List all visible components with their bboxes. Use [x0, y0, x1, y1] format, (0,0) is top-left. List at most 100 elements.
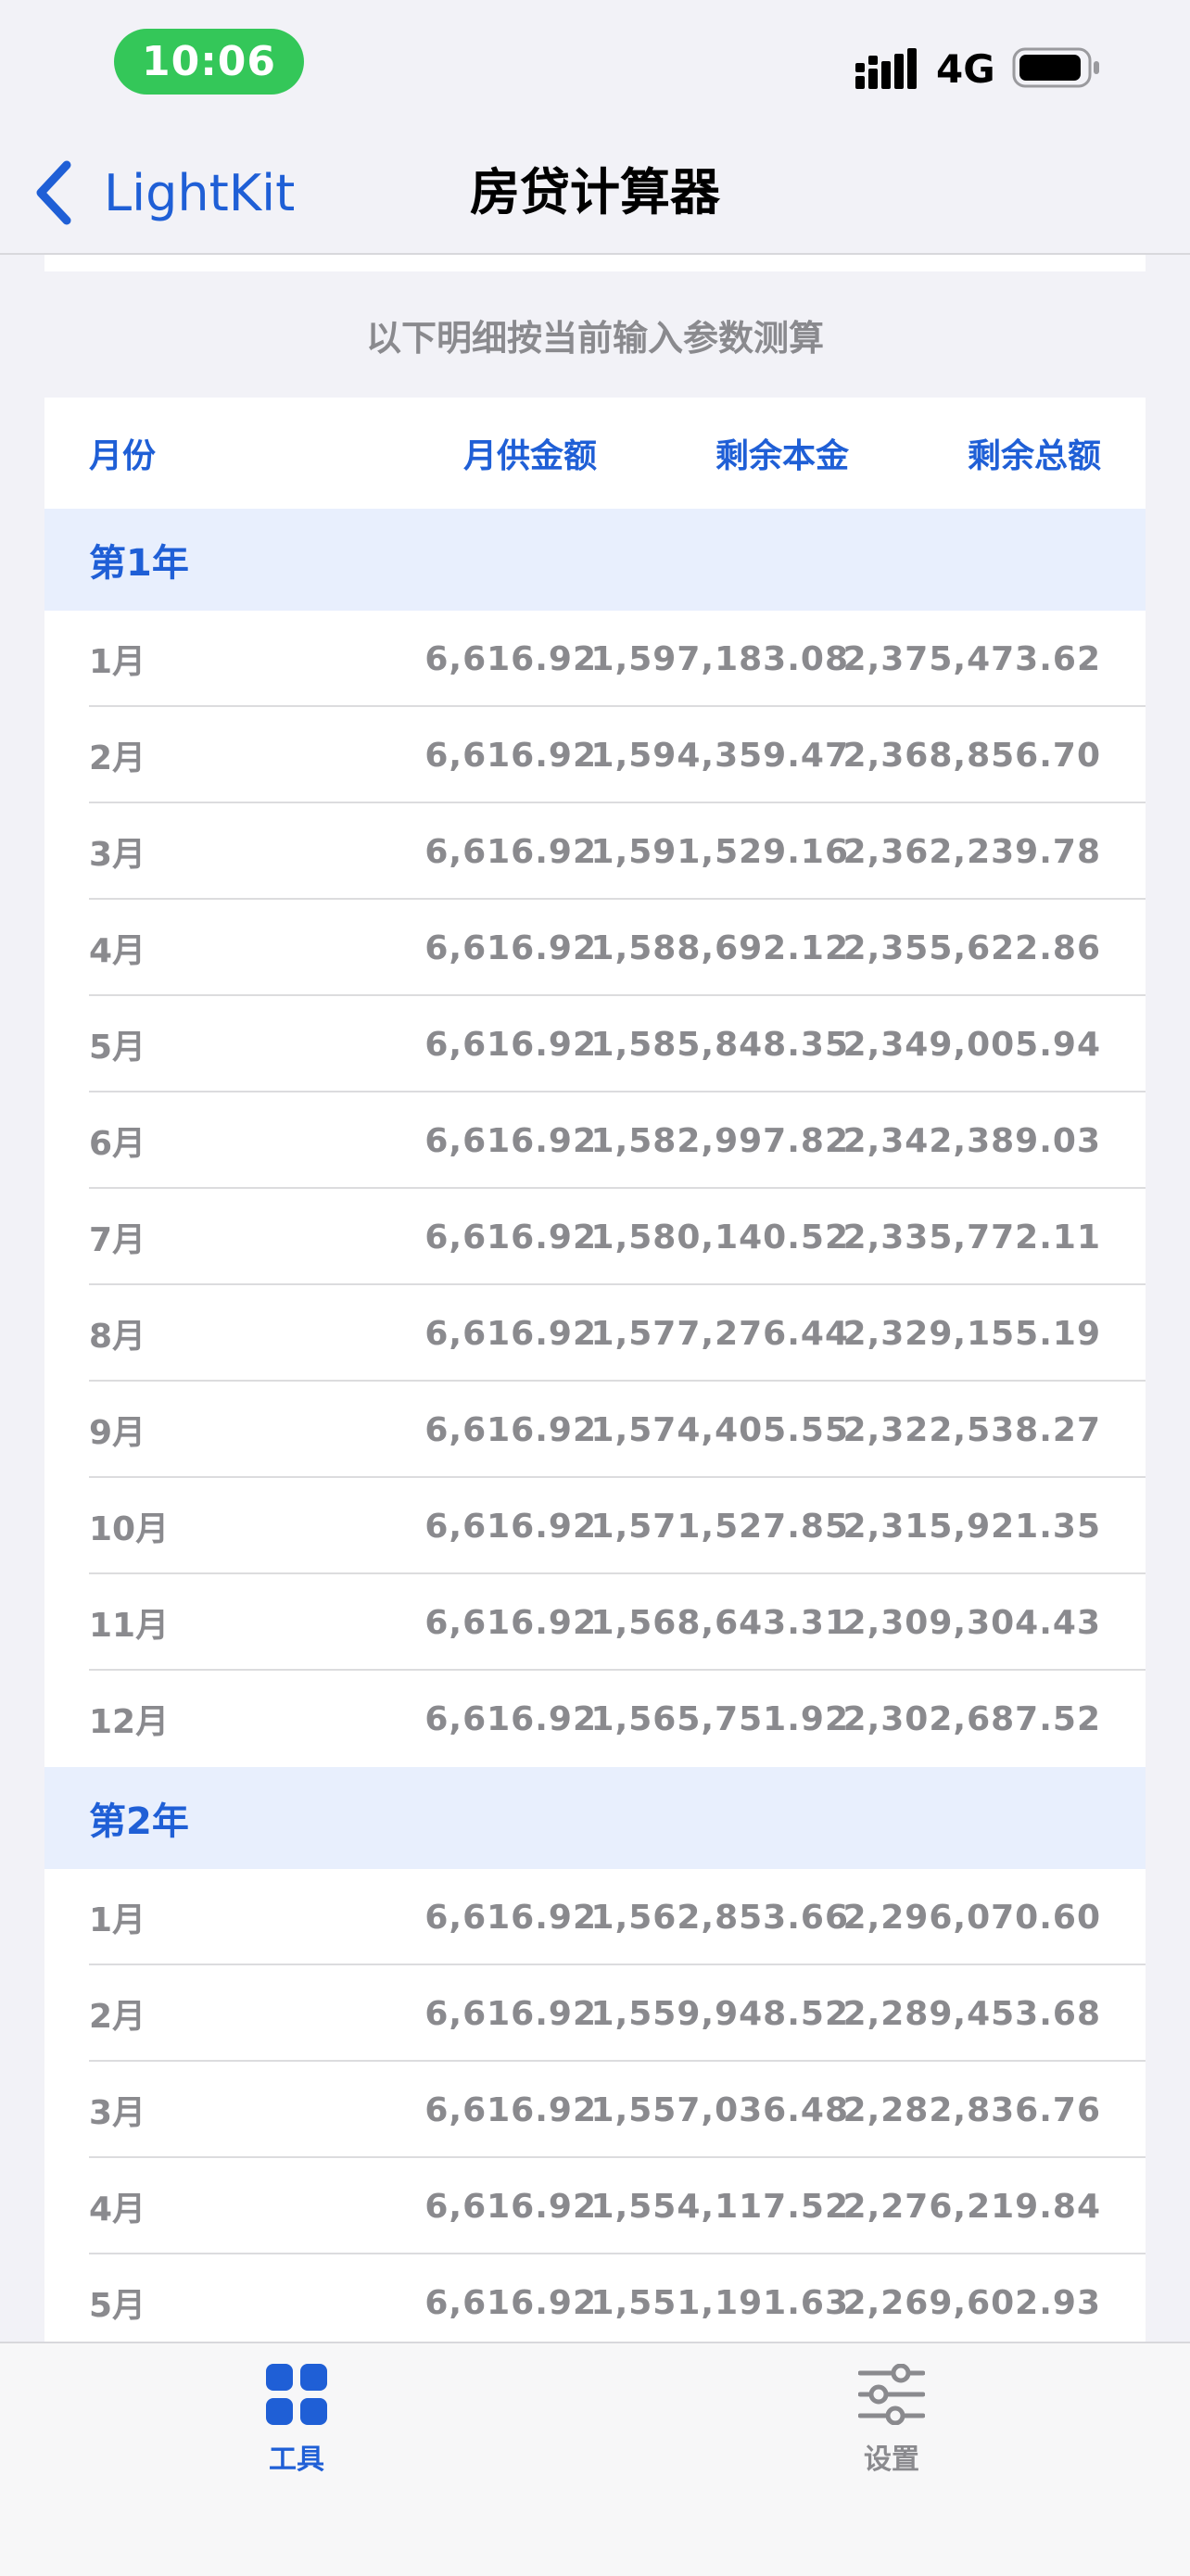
cell-payment: 6,616.92: [424, 2090, 597, 2129]
cell-total: 2,315,921.35: [842, 1507, 1101, 1546]
cell-total: 2,335,772.11: [842, 1218, 1101, 1256]
network-type-label: 4G: [936, 46, 995, 92]
cell-total: 2,269,602.93: [842, 2283, 1101, 2322]
cell-principal: 1,565,751.92: [590, 1699, 849, 1738]
cell-payment: 6,616.92: [424, 2283, 597, 2322]
table-row: 5月 6,616.92 1,585,848.35 2,349,005.94: [44, 996, 1146, 1092]
cell-total: 2,329,155.19: [842, 1314, 1101, 1353]
cell-principal: 1,568,643.31: [590, 1603, 849, 1642]
cell-payment: 6,616.92: [424, 832, 597, 871]
status-time: 10:06: [114, 29, 304, 95]
table-row: 1月 6,616.92 1,562,853.66 2,296,070.60: [44, 1869, 1146, 1965]
table-row: 3月 6,616.92 1,557,036.48 2,282,836.76: [44, 2062, 1146, 2158]
header-payment: 月供金额: [462, 437, 597, 475]
table-row: 6月 6,616.92 1,582,997.82 2,342,389.03: [44, 1092, 1146, 1189]
cell-payment: 6,616.92: [424, 639, 597, 678]
cell-total: 2,289,453.68: [842, 1994, 1101, 2033]
cell-month: 6月: [89, 1125, 146, 1163]
year-section-header: 第2年: [44, 1767, 1146, 1869]
cell-principal: 1,580,140.52: [590, 1218, 849, 1256]
table-row: 4月 6,616.92 1,554,117.52 2,276,219.84: [44, 2158, 1146, 2254]
cell-principal: 1,577,276.44: [590, 1314, 849, 1353]
cell-principal: 1,594,359.47: [590, 736, 849, 775]
status-bar: 10:06 4G: [0, 0, 1190, 139]
cell-principal: 1,591,529.16: [590, 832, 849, 871]
page-title: 房贷计算器: [470, 163, 720, 221]
cell-payment: 6,616.92: [424, 1699, 597, 1738]
header-principal: 剩余本金: [715, 437, 849, 475]
cell-total: 2,342,389.03: [842, 1121, 1101, 1160]
tab-settings-label: 设置: [864, 2443, 919, 2476]
tab-bar: 工具 设置: [0, 2342, 1190, 2576]
header-month: 月份: [89, 437, 157, 475]
cell-principal: 1,597,183.08: [590, 639, 849, 678]
cell-payment: 6,616.92: [424, 736, 597, 775]
cell-month: 8月: [89, 1318, 146, 1356]
calculation-note: 以下明细按当前输入参数测算: [44, 271, 1146, 398]
cell-total: 2,282,836.76: [842, 2090, 1101, 2129]
table-row: 7月 6,616.92 1,580,140.52 2,335,772.11: [44, 1189, 1146, 1285]
cell-principal: 1,582,997.82: [590, 1121, 849, 1160]
cell-month: 5月: [89, 1029, 146, 1067]
cell-month: 3月: [89, 2094, 146, 2132]
top-strip: [44, 255, 1146, 271]
cell-total: 2,276,219.84: [842, 2187, 1101, 2226]
cell-principal: 1,551,191.63: [590, 2283, 849, 2322]
cell-total: 2,309,304.43: [842, 1603, 1101, 1642]
cell-month: 4月: [89, 932, 146, 970]
cell-month: 7月: [89, 1221, 146, 1259]
table-header: 月份 月供金额 剩余本金 剩余总额: [44, 398, 1146, 509]
cell-month: 2月: [89, 739, 146, 777]
cell-principal: 1,588,692.12: [590, 928, 849, 967]
cell-payment: 6,616.92: [424, 1121, 597, 1160]
cell-total: 2,322,538.27: [842, 1410, 1101, 1449]
cell-total: 2,368,856.70: [842, 736, 1101, 775]
cell-month: 2月: [89, 1998, 146, 2036]
cell-month: 10月: [89, 1510, 170, 1548]
cell-principal: 1,562,853.66: [590, 1898, 849, 1937]
year-section-header: 第1年: [44, 509, 1146, 611]
table-row: 8月 6,616.92 1,577,276.44 2,329,155.19: [44, 1285, 1146, 1382]
cellular-signal-icon: [855, 48, 917, 89]
cell-payment: 6,616.92: [424, 1025, 597, 1064]
table-row: 3月 6,616.92 1,591,529.16 2,362,239.78: [44, 803, 1146, 900]
battery-icon: [1012, 47, 1099, 88]
cell-principal: 1,554,117.52: [590, 2187, 849, 2226]
table-row: 1月 6,616.92 1,597,183.08 2,375,473.62: [44, 611, 1146, 707]
cell-month: 1月: [89, 643, 146, 681]
cell-principal: 1,557,036.48: [590, 2090, 849, 2129]
table-row: 11月 6,616.92 1,568,643.31 2,309,304.43: [44, 1574, 1146, 1671]
cell-month: 9月: [89, 1414, 146, 1452]
cell-payment: 6,616.92: [424, 1314, 597, 1353]
table-row: 2月 6,616.92 1,559,948.52 2,289,453.68: [44, 1965, 1146, 2062]
tab-tools-label: 工具: [269, 2443, 324, 2476]
sliders-icon: [858, 2364, 925, 2425]
cell-payment: 6,616.92: [424, 1994, 597, 2033]
table-row: 2月 6,616.92 1,594,359.47 2,368,856.70: [44, 707, 1146, 803]
cell-payment: 6,616.92: [424, 1898, 597, 1937]
cell-total: 2,296,070.60: [842, 1898, 1101, 1937]
cell-principal: 1,585,848.35: [590, 1025, 849, 1064]
cell-payment: 6,616.92: [424, 2187, 597, 2226]
cell-month: 1月: [89, 1901, 146, 1939]
table-row: 9月 6,616.92 1,574,405.55 2,322,538.27: [44, 1382, 1146, 1478]
cell-month: 12月: [89, 1703, 170, 1741]
table-row: 10月 6,616.92 1,571,527.85 2,315,921.35: [44, 1478, 1146, 1574]
grid-icon: [266, 2364, 327, 2425]
schedule-content[interactable]: 以下明细按当前输入参数测算 月份 月供金额 剩余本金 剩余总额 第1年 1月 6…: [44, 255, 1146, 2342]
cell-total: 2,349,005.94: [842, 1025, 1101, 1064]
table-row: 12月 6,616.92 1,565,751.92 2,302,687.52: [44, 1671, 1146, 1767]
tab-tools[interactable]: 工具: [158, 2364, 436, 2494]
cell-payment: 6,616.92: [424, 928, 597, 967]
cell-total: 2,375,473.62: [842, 639, 1101, 678]
cell-month: 3月: [89, 836, 146, 874]
tab-settings[interactable]: 设置: [753, 2364, 1031, 2494]
cell-month: 5月: [89, 2287, 146, 2325]
cell-principal: 1,571,527.85: [590, 1507, 849, 1546]
cell-principal: 1,559,948.52: [590, 1994, 849, 2033]
cell-month: 11月: [89, 1607, 170, 1645]
cell-principal: 1,574,405.55: [590, 1410, 849, 1449]
cell-payment: 6,616.92: [424, 1603, 597, 1642]
navigation-bar: LightKit 房贷计算器: [0, 139, 1190, 255]
header-total: 剩余总额: [967, 437, 1101, 475]
